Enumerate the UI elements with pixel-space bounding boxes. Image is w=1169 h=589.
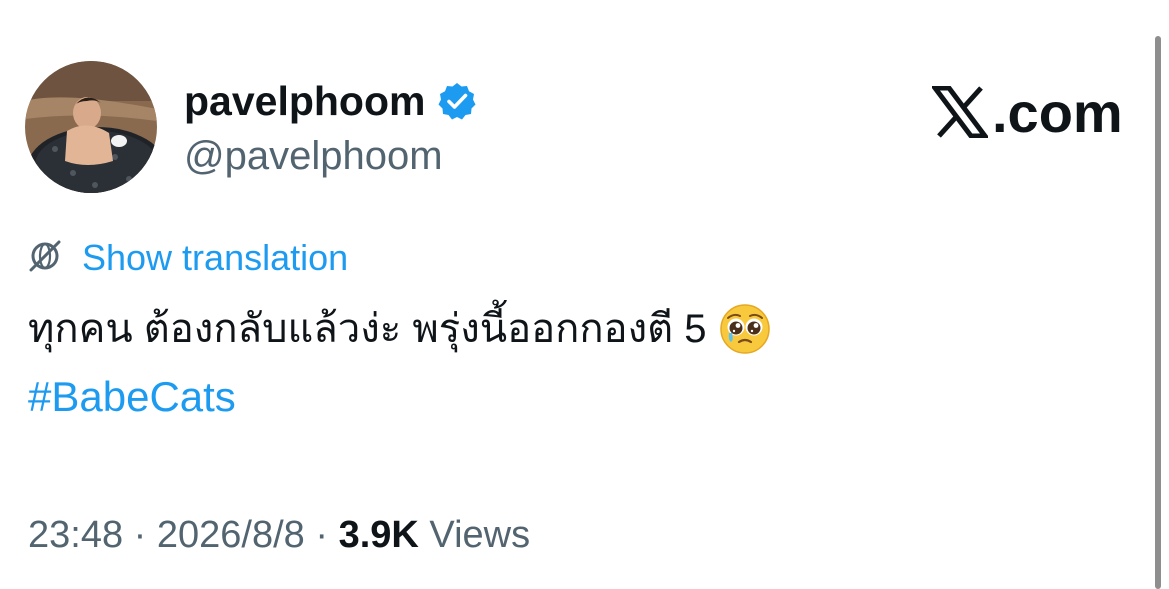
scrollbar[interactable] xyxy=(1155,36,1161,589)
tweet-time[interactable]: 23:48 xyxy=(28,514,123,556)
tweet-text-body: ทุกคน ต้องกลับแล้วง่ะ พรุ่งนี้ออกกองตี 5 xyxy=(28,307,707,351)
show-translation-link[interactable]: Show translation xyxy=(26,236,348,280)
pleading-face-emoji xyxy=(718,302,772,356)
globe-icon xyxy=(26,237,64,280)
meta-separator: · xyxy=(304,514,339,556)
site-logo-text: .com xyxy=(992,80,1123,144)
meta-separator: · xyxy=(123,514,157,556)
tweet-text: ทุกคน ต้องกลับแล้วง่ะ พรุ่งนี้ออกกองตี 5 xyxy=(28,302,772,356)
author-display-name[interactable]: pavelphoom xyxy=(184,78,425,124)
hashtag-link[interactable]: #BabeCats xyxy=(28,372,236,422)
x-logo-icon xyxy=(932,86,988,138)
show-translation-label[interactable]: Show translation xyxy=(82,236,348,280)
tweet-date[interactable]: 2026/8/8 xyxy=(157,514,305,556)
avatar[interactable] xyxy=(25,61,157,193)
site-logo: .com xyxy=(932,80,1123,144)
views-count: 3.9K xyxy=(338,514,419,556)
tweet-meta: 23:48 · 2026/8/8 · 3.9K Views xyxy=(28,512,530,558)
author-display-name-row[interactable]: pavelphoom xyxy=(184,78,477,124)
avatar-photo xyxy=(25,61,157,193)
views-label: Views xyxy=(418,514,531,556)
verified-badge-icon xyxy=(437,81,477,121)
author-handle[interactable]: @pavelphoom xyxy=(184,133,443,179)
